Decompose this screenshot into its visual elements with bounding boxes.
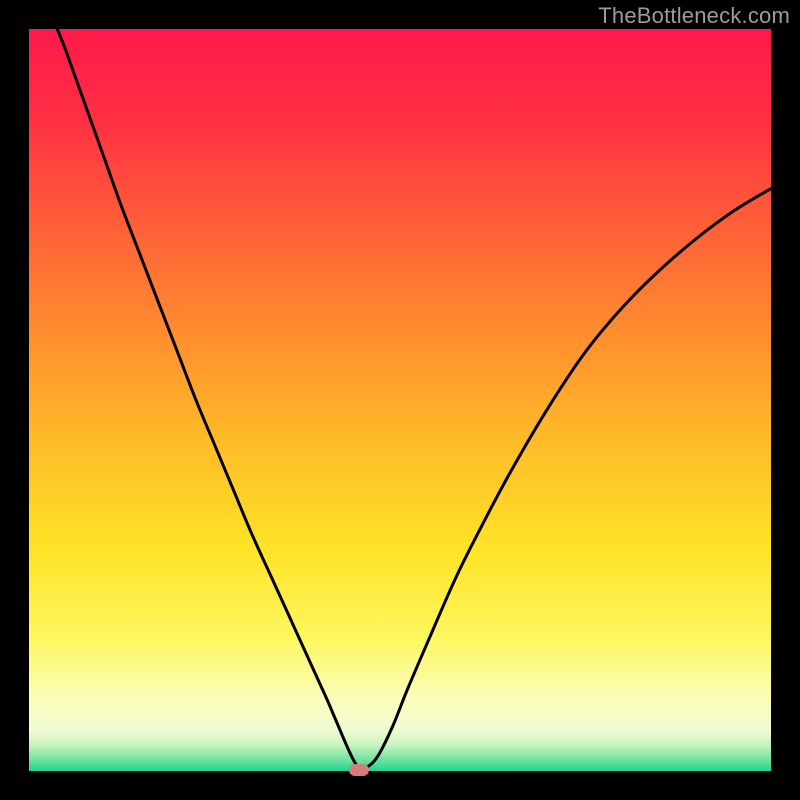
watermark-text: TheBottleneck.com [598, 3, 790, 29]
chart-background [29, 29, 771, 771]
bottleneck-chart [29, 29, 771, 771]
chart-frame: TheBottleneck.com [0, 0, 800, 800]
optimal-point-marker [349, 764, 369, 776]
